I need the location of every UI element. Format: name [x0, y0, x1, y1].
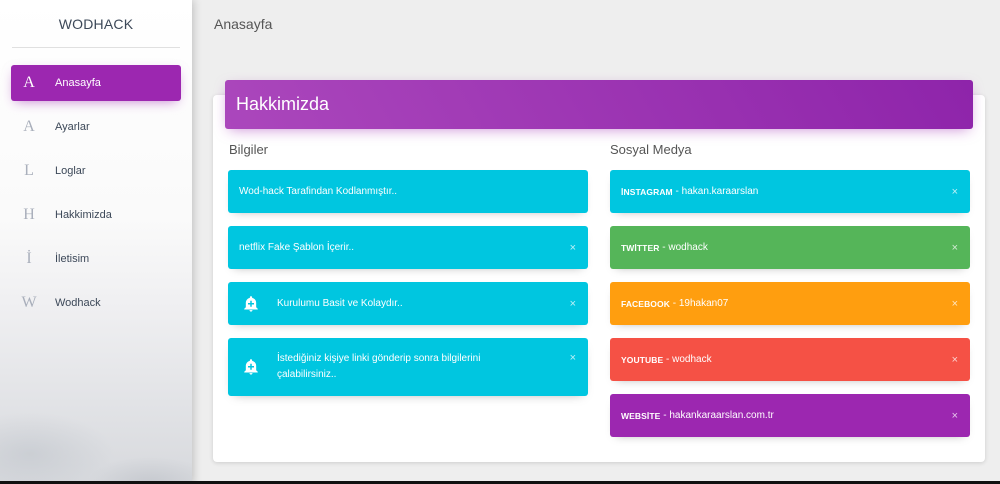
alert-label: WEBSİTE [621, 410, 661, 421]
sidebar-item-label: Wodhack [55, 297, 101, 309]
section-title-bilgiler: Bilgiler [229, 142, 269, 157]
close-icon[interactable]: × [570, 242, 576, 254]
sidebar-item-label: Anasayfa [55, 77, 101, 89]
alert-label: TWİTTER [621, 242, 660, 253]
sidebar-item-ayarlar[interactable]: A Ayarlar [11, 109, 181, 145]
sidebar: WODHACK A Anasayfa A Ayarlar L Loglar H … [0, 0, 192, 484]
sidebar-item-label: Loglar [55, 165, 86, 177]
add-alert-icon [244, 359, 258, 375]
add-alert-icon [244, 295, 258, 312]
close-icon[interactable]: × [570, 352, 576, 364]
brand-title[interactable]: WODHACK [0, 0, 192, 48]
close-icon[interactable]: × [952, 298, 958, 310]
close-icon[interactable]: × [952, 186, 958, 198]
sidebar-item-anasayfa[interactable]: A Anasayfa [11, 65, 181, 101]
nav-letter-icon: A [23, 118, 35, 135]
alert-label: FACEBOOK [621, 298, 670, 309]
sidebar-item-label: Hakkimizda [55, 209, 112, 221]
alert-text: netflix Fake Şablon İçerir.. [239, 242, 355, 253]
social-alert-facebook: FACEBOOK - 19hakan07 × [610, 282, 970, 325]
nav-letter-icon: İ [26, 250, 32, 267]
info-alert: Wod-hack Tarafindan Kodlanmıştır.. [228, 170, 588, 213]
section-title-sosyal-medya: Sosyal Medya [610, 142, 692, 157]
alert-text: Kurulumu Basit ve Kolaydır.. [277, 298, 403, 309]
nav-letter-icon: L [24, 162, 34, 179]
info-alert: Kurulumu Basit ve Kolaydır.. × [228, 282, 588, 325]
alert-text: - 19hakan07 [669, 298, 729, 309]
sidebar-item-wodhack[interactable]: W Wodhack [11, 285, 181, 321]
alert-label: YOUTUBE [621, 354, 664, 365]
nav-letter-icon: H [23, 206, 35, 223]
info-alert: İstediğiniz kişiye linki gönderip sonra … [228, 338, 588, 396]
sidebar-item-loglar[interactable]: L Loglar [11, 153, 181, 189]
sidebar-item-label: İletisim [55, 253, 90, 265]
social-alert-youtube: YOUTUBE - wodhack × [610, 338, 970, 381]
social-alert-website: WEBSİTE - hakankaraarslan.com.tr × [610, 394, 970, 437]
alert-text: - wodhack [659, 242, 708, 253]
social-alert-twitter: TWİTTER - wodhack × [610, 226, 970, 269]
social-alert-instagram: İNSTAGRAM - hakan.karaarslan × [610, 170, 970, 213]
card-title: Hakkimizda [236, 94, 330, 114]
card-header: Hakkimizda [225, 80, 973, 129]
alert-text: İstediğiniz kişiye linki gönderip sonra … [277, 353, 481, 380]
alert-text: Wod-hack Tarafindan Kodlanmıştır.. [239, 186, 398, 197]
info-alert: netflix Fake Şablon İçerir.. × [228, 226, 588, 269]
page-title: Anasayfa [214, 16, 273, 32]
sidebar-item-label: Ayarlar [55, 121, 90, 133]
close-icon[interactable]: × [952, 354, 958, 366]
nav-letter-icon: W [21, 294, 37, 311]
alert-text: - hakankaraarslan.com.tr [660, 410, 774, 421]
alert-label: İNSTAGRAM [621, 186, 673, 197]
close-icon[interactable]: × [952, 410, 958, 422]
alert-text: - hakan.karaarslan [672, 186, 759, 197]
close-icon[interactable]: × [952, 242, 958, 254]
nav-letter-icon: A [23, 74, 35, 91]
sidebar-item-hakkimizda[interactable]: H Hakkimizda [11, 197, 181, 233]
alert-text: - wodhack [663, 354, 712, 365]
close-icon[interactable]: × [570, 298, 576, 310]
sidebar-item-iletisim[interactable]: İ İletisim [11, 241, 181, 277]
